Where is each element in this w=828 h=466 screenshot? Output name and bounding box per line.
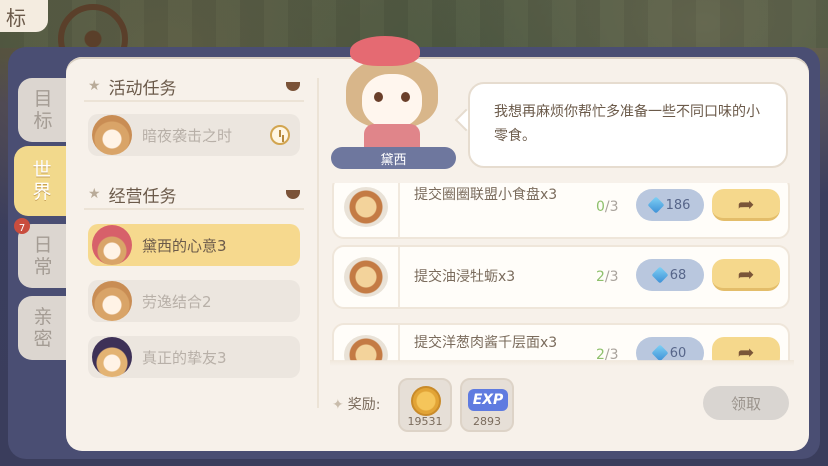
coin-icon [411, 386, 441, 416]
progress-total: /3 [604, 347, 619, 361]
star-icon: ★ [88, 78, 101, 94]
task-name: 提交油浸牡蛎x3 [414, 269, 516, 285]
tab-daily[interactable]: 7 日常 [14, 218, 68, 288]
quest-item-balance[interactable]: 劳逸结合2 [88, 280, 300, 322]
tab-world[interactable]: 世界 [14, 146, 70, 216]
task-progress: 0/3 [596, 199, 619, 215]
progress-done: 2 [596, 269, 605, 285]
go-button[interactable]: ➦ [712, 259, 780, 291]
oyster-dish-icon [344, 257, 388, 297]
top-corner-tab[interactable]: 标 [0, 0, 48, 32]
progress-done: 2 [596, 347, 605, 361]
task-progress: 2/3 [596, 269, 619, 285]
section-event[interactable]: ★ 活动任务 [84, 72, 304, 102]
gem-icon [651, 344, 669, 361]
dialogue-text: 我想再麻烦你帮忙多准备一些不同口味的小零食。 [494, 104, 760, 144]
progress-total: /3 [604, 199, 619, 215]
tab-intimacy[interactable]: 亲密 [18, 296, 68, 360]
go-button[interactable]: ➦ [712, 189, 780, 221]
avatar [92, 115, 132, 155]
list-fade [330, 360, 794, 366]
sparkle-icon: ✦ [332, 397, 344, 413]
quest-item-label: 黛西的心意3 [142, 236, 227, 255]
section-business[interactable]: ★ 经营任务 [84, 180, 304, 210]
lasagna-dish-icon [344, 335, 388, 361]
reward-value: 60 [669, 345, 687, 361]
quest-item-label: 劳逸结合2 [142, 292, 212, 311]
divider [398, 183, 400, 237]
quest-item-night-raid[interactable]: 暗夜袭击之时 [88, 114, 300, 156]
snack-platter-icon [344, 187, 388, 227]
quest-item-label: 真正的挚友3 [142, 348, 227, 367]
divider [398, 247, 400, 307]
arrow-right-icon: ➦ [737, 191, 755, 216]
tab-world-label: 世界 [32, 159, 52, 203]
reward-coin[interactable]: 19531 [398, 378, 452, 432]
character-body [364, 124, 420, 148]
collapse-bowl-icon[interactable] [286, 82, 300, 91]
quest-item-label: 暗夜袭击之时 [142, 126, 233, 145]
exp-icon: EXP [468, 389, 508, 411]
tab-goal[interactable]: 目标 [18, 78, 68, 142]
character-name: 黛西 [331, 147, 456, 169]
star-icon: ★ [88, 186, 101, 202]
arrow-right-icon: ➦ [737, 339, 755, 362]
collapse-bowl-icon[interactable] [286, 190, 300, 199]
avatar [92, 337, 132, 377]
progress-done: 0 [596, 199, 605, 215]
column-divider [317, 78, 319, 408]
gem-icon [651, 266, 669, 284]
task-reward: 60 [636, 337, 704, 361]
character-beret [350, 36, 420, 66]
gem-icon [647, 196, 665, 214]
task-row: 提交圈圈联盟小食盘x3 0/3 186 ➦ [332, 183, 790, 239]
task-row: 提交油浸牡蛎x3 2/3 68 ➦ [332, 245, 790, 309]
tab-intimacy-label: 亲密 [33, 306, 53, 350]
arrow-right-icon: ➦ [737, 261, 755, 286]
claim-button[interactable]: 领取 [703, 386, 789, 420]
character-portrait [344, 36, 440, 148]
exp-count: 2893 [473, 415, 501, 428]
rewards-label-text: 奖励: [347, 397, 381, 413]
reward-value: 68 [669, 267, 687, 283]
task-progress: 2/3 [596, 347, 619, 361]
quest-item-friend[interactable]: 真正的挚友3 [88, 336, 300, 378]
rewards-label: ✦ 奖励: [332, 394, 380, 414]
section-event-title: 活动任务 [108, 78, 177, 99]
task-reward: 68 [636, 259, 704, 291]
reward-exp[interactable]: EXP 2893 [460, 378, 514, 432]
coin-count: 19531 [407, 415, 443, 428]
avatar [92, 281, 132, 321]
tab-goal-label: 目标 [33, 88, 53, 132]
quest-item-daisy[interactable]: 黛西的心意3 [88, 224, 300, 266]
daily-count-badge: 7 [14, 218, 30, 234]
task-reward: 186 [636, 189, 704, 221]
clock-icon [270, 125, 290, 145]
go-button[interactable]: ➦ [712, 337, 780, 361]
divider [398, 325, 400, 361]
task-name: 提交圈圈联盟小食盘x3 [414, 187, 558, 203]
avatar [92, 225, 132, 265]
section-business-title: 经营任务 [108, 186, 177, 207]
speech-bubble: 我想再麻烦你帮忙多准备一些不同口味的小零食。 [468, 82, 788, 168]
character-face [362, 74, 422, 128]
progress-total: /3 [604, 269, 619, 285]
tab-daily-label: 日常 [33, 234, 53, 278]
task-list[interactable]: 提交圈圈联盟小食盘x3 0/3 186 ➦ 提交油浸牡蛎x3 2/3 68 ➦ … [330, 183, 794, 361]
task-name: 提交洋葱肉酱千层面x3 [414, 335, 558, 351]
task-row: 提交洋葱肉酱千层面x3 2/3 60 ➦ [332, 323, 790, 361]
reward-value: 186 [665, 197, 691, 213]
